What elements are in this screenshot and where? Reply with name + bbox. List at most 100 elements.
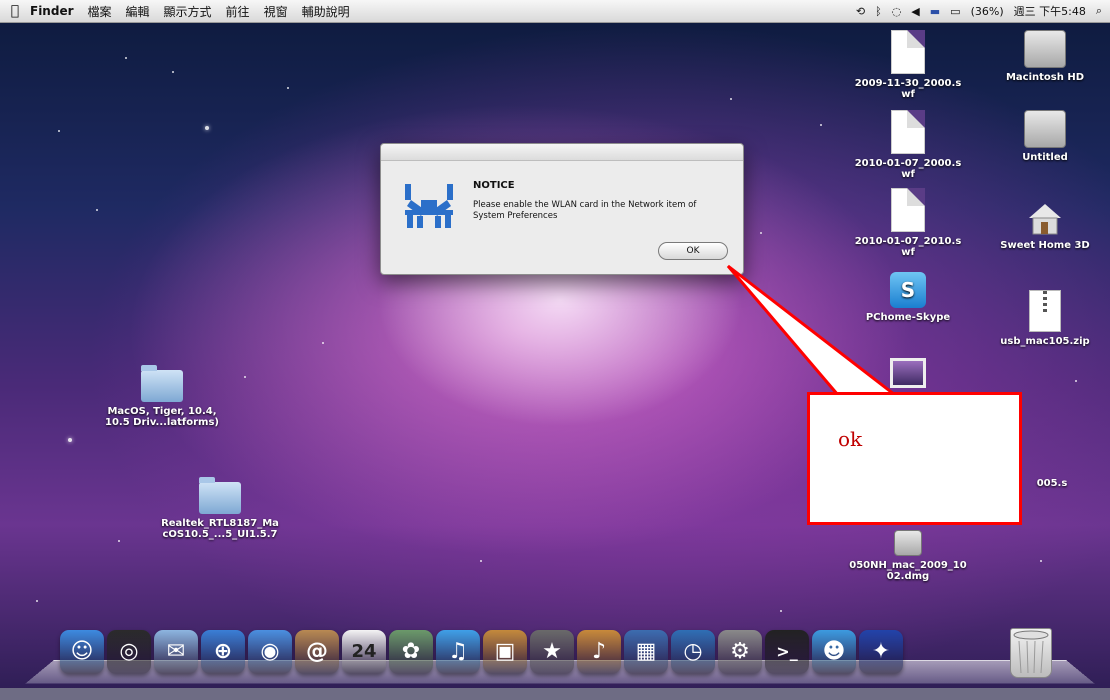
dialog-message: Please enable the WLAN card in the Netwo… bbox=[473, 200, 697, 221]
folder-label: Realtek_RTL8187_Ma cOS10.5_...5_UI1.5.7 bbox=[161, 518, 279, 540]
iphoto-icon[interactable]: ▣ bbox=[483, 630, 527, 674]
folder-icon bbox=[199, 477, 241, 514]
file-label: 050NH_mac_2009_10 02.dmg bbox=[849, 560, 967, 582]
disk-image-icon bbox=[894, 530, 922, 556]
messenger-icon[interactable]: ☻ bbox=[812, 630, 856, 674]
app-label: Sweet Home 3D bbox=[1000, 240, 1090, 251]
star bbox=[125, 57, 127, 59]
star bbox=[287, 87, 289, 89]
desktop-file-2010-01-07-2000[interactable]: 2010-01-07_2000.s wf bbox=[848, 110, 968, 180]
disk-label: Untitled bbox=[1022, 152, 1068, 163]
menu-bar:  Finder 檔案 編輯 顯示方式 前往 視窗 輔助說明 ⟲ ᛒ ◌ ◀ ▬… bbox=[0, 0, 1110, 23]
menu-clock[interactable]: 週三 下午5:48 bbox=[1014, 3, 1086, 19]
dialog-title: NOTICE bbox=[473, 180, 515, 191]
app-label: PChome-Skype bbox=[865, 312, 951, 323]
mail-icon[interactable]: ✉ bbox=[154, 630, 198, 674]
document-icon bbox=[891, 110, 925, 154]
star bbox=[730, 98, 732, 100]
disk-label: Macintosh HD bbox=[1005, 72, 1085, 83]
menu-window[interactable]: 視窗 bbox=[264, 3, 288, 20]
desktop-app-pchome-skype[interactable]: S PChome-Skype bbox=[848, 272, 968, 323]
star bbox=[1040, 560, 1042, 562]
file-label: 2009-11-30_2000.s wf bbox=[854, 78, 962, 100]
skype-icon: S bbox=[890, 272, 926, 308]
star bbox=[780, 610, 782, 612]
star bbox=[68, 438, 72, 442]
spotlight-icon[interactable]: ⌕ bbox=[1096, 4, 1102, 18]
star bbox=[118, 540, 120, 542]
safari-icon[interactable]: ⊕ bbox=[201, 630, 245, 674]
file-label: 2010-01-07_2010.s wf bbox=[854, 236, 962, 258]
folder-icon bbox=[141, 365, 183, 402]
document-icon bbox=[891, 188, 925, 232]
realtek-logo-icon bbox=[401, 180, 457, 232]
time-machine-icon[interactable]: ◷ bbox=[671, 630, 715, 674]
star bbox=[36, 600, 38, 602]
desktop-folder-macos-tiger[interactable]: MacOS, Tiger, 10.4, 10.5 Driv...latforms… bbox=[102, 365, 222, 428]
desktop-file-screenshot[interactable] bbox=[848, 358, 968, 392]
wifi-icon[interactable]: ◌ bbox=[892, 5, 902, 18]
ok-button[interactable]: OK bbox=[658, 242, 728, 260]
spaces-icon[interactable]: ▦ bbox=[624, 630, 668, 674]
menu-file[interactable]: 檔案 bbox=[88, 3, 112, 20]
screenshot-icon bbox=[890, 358, 926, 388]
menu-edit[interactable]: 編輯 bbox=[126, 3, 150, 20]
star bbox=[480, 560, 482, 562]
preview-icon[interactable]: ✿ bbox=[389, 630, 433, 674]
folder-label: MacOS, Tiger, 10.4, 10.5 Driv...latforms… bbox=[105, 406, 219, 428]
file-label: usb_mac105.zip bbox=[1000, 336, 1090, 347]
dock: ☺ ◎ ✉ ⊕ ◉ @24 ✿ ♫ ▣ ★ ♪ ▦ ◷ ⚙ >_ ☻ ✦ bbox=[25, 622, 1095, 686]
bluetooth-icon[interactable]: ᛒ bbox=[875, 5, 882, 18]
desktop-file-2009-11-30[interactable]: 2009-11-30_2000.s wf bbox=[848, 30, 968, 100]
ichat-icon[interactable]: ◉ bbox=[248, 630, 292, 674]
dashboard-icon[interactable]: ◎ bbox=[107, 630, 151, 674]
callout-label: ok bbox=[838, 427, 863, 451]
menu-help[interactable]: 輔助說明 bbox=[302, 3, 350, 20]
zip-icon bbox=[1029, 290, 1061, 332]
annotation-callout: ok bbox=[807, 392, 1022, 525]
imovie-icon[interactable]: ★ bbox=[530, 630, 574, 674]
flag-icon[interactable]: ▬ bbox=[930, 5, 940, 18]
document-icon bbox=[891, 30, 925, 74]
dock-items: ☺ ◎ ✉ ⊕ ◉ @24 ✿ ♫ ▣ ★ ♪ ▦ ◷ ⚙ >_ ☻ ✦ bbox=[60, 630, 903, 674]
battery-percent: (36%) bbox=[970, 4, 1004, 18]
itunes-icon[interactable]: ♫ bbox=[436, 630, 480, 674]
menu-app-finder[interactable]: Finder bbox=[30, 4, 74, 18]
file-label: 2010-01-07_2000.s wf bbox=[854, 158, 962, 180]
desktop-app-sweet-home-3d[interactable]: Sweet Home 3D bbox=[985, 200, 1105, 251]
terminal-icon[interactable]: >_ bbox=[765, 630, 809, 674]
volume-icon[interactable]: ◀ bbox=[911, 5, 919, 18]
time-machine-icon[interactable]: ⟲ bbox=[856, 5, 865, 18]
desktop-folder-realtek[interactable]: Realtek_RTL8187_Ma cOS10.5_...5_UI1.5.7 bbox=[160, 477, 280, 540]
ical-icon[interactable]: 24 bbox=[342, 630, 386, 674]
finder-icon[interactable]: ☺ bbox=[60, 630, 104, 674]
bottom-strip bbox=[0, 688, 1110, 700]
menu-view[interactable]: 顯示方式 bbox=[164, 3, 212, 20]
garageband-icon[interactable]: ♪ bbox=[577, 630, 621, 674]
desktop-disk-untitled[interactable]: Untitled bbox=[985, 110, 1105, 163]
desktop-disk-macintosh-hd[interactable]: Macintosh HD bbox=[985, 30, 1105, 83]
star bbox=[244, 376, 246, 378]
star bbox=[205, 126, 209, 130]
desktop-file-usb-mac105-zip[interactable]: usb_mac105.zip bbox=[985, 290, 1105, 347]
dialog-titlebar[interactable] bbox=[381, 144, 743, 161]
desktop-wallpaper bbox=[0, 0, 1110, 700]
notice-dialog: NOTICE Please enable the WLAN card in th… bbox=[380, 143, 744, 275]
star bbox=[322, 342, 324, 344]
house-icon bbox=[1025, 200, 1065, 236]
hard-disk-icon bbox=[1024, 30, 1066, 68]
star bbox=[96, 209, 98, 211]
star bbox=[820, 124, 822, 126]
battery-icon[interactable]: ▭ bbox=[950, 5, 960, 18]
menu-go[interactable]: 前往 bbox=[226, 3, 250, 20]
hard-disk-icon bbox=[1024, 110, 1066, 148]
system-preferences-icon[interactable]: ⚙ bbox=[718, 630, 762, 674]
apple-menu-icon[interactable]:  bbox=[0, 3, 30, 19]
address-book-icon[interactable]: @ bbox=[295, 630, 339, 674]
star bbox=[760, 232, 762, 234]
desktop-file-2010-01-07-2010[interactable]: 2010-01-07_2010.s wf bbox=[848, 188, 968, 258]
star bbox=[58, 130, 60, 132]
realtek-icon[interactable]: ✦ bbox=[859, 630, 903, 674]
desktop-file-050nh-dmg[interactable]: 050NH_mac_2009_10 02.dmg bbox=[848, 530, 968, 582]
trash-icon[interactable] bbox=[1010, 628, 1052, 678]
